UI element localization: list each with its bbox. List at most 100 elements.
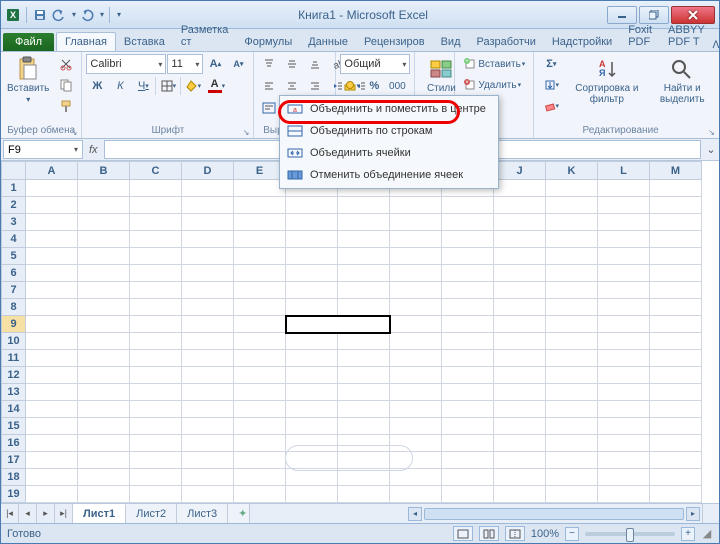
increase-font-icon[interactable]: A▴: [204, 54, 226, 74]
tab-view[interactable]: Вид: [433, 33, 469, 51]
cell[interactable]: [234, 299, 286, 316]
row-header[interactable]: 6: [2, 265, 26, 282]
cell[interactable]: [130, 333, 182, 350]
cell[interactable]: [182, 180, 234, 197]
cell[interactable]: [650, 265, 702, 282]
fill-color-icon[interactable]: ▾: [182, 76, 204, 96]
cell[interactable]: [234, 452, 286, 469]
cell[interactable]: [494, 401, 546, 418]
cell[interactable]: [598, 503, 650, 504]
cell[interactable]: [494, 452, 546, 469]
cell[interactable]: [442, 282, 494, 299]
cell[interactable]: [26, 503, 78, 504]
cell[interactable]: [78, 452, 130, 469]
file-tab[interactable]: Файл: [3, 33, 54, 51]
cell[interactable]: [390, 486, 442, 503]
cell[interactable]: [442, 401, 494, 418]
cell[interactable]: [494, 282, 546, 299]
tab-developer[interactable]: Разработчи: [469, 33, 544, 51]
column-header[interactable]: D: [182, 162, 234, 180]
decrease-font-icon[interactable]: A▾: [227, 54, 249, 74]
cell[interactable]: [130, 367, 182, 384]
row-header[interactable]: 5: [2, 248, 26, 265]
cell[interactable]: [598, 282, 650, 299]
cell[interactable]: [182, 384, 234, 401]
cell[interactable]: [650, 282, 702, 299]
cell[interactable]: [286, 469, 338, 486]
cell[interactable]: [78, 469, 130, 486]
new-sheet-button[interactable]: ✦: [228, 504, 250, 523]
cell[interactable]: [182, 469, 234, 486]
cell[interactable]: [130, 214, 182, 231]
align-bottom-icon[interactable]: [304, 54, 326, 74]
cell[interactable]: [286, 299, 338, 316]
cell[interactable]: [234, 248, 286, 265]
resize-grip-icon[interactable]: ◢: [701, 527, 713, 540]
currency-icon[interactable]: ▾: [340, 76, 362, 96]
cell[interactable]: [598, 265, 650, 282]
hscroll-thumb[interactable]: [424, 508, 684, 520]
cell[interactable]: [598, 401, 650, 418]
cell[interactable]: [598, 333, 650, 350]
cell[interactable]: [338, 469, 390, 486]
zoom-out-button[interactable]: −: [565, 527, 579, 541]
column-header[interactable]: B: [78, 162, 130, 180]
zoom-level[interactable]: 100%: [531, 528, 559, 540]
cell[interactable]: [26, 248, 78, 265]
cell[interactable]: [286, 367, 338, 384]
cell[interactable]: [494, 180, 546, 197]
unmerge-cells-item[interactable]: Отменить объединение ячеек: [282, 164, 496, 186]
column-header[interactable]: M: [650, 162, 702, 180]
cell[interactable]: [338, 350, 390, 367]
cell[interactable]: [26, 231, 78, 248]
sheet-tab-2[interactable]: Лист2: [126, 504, 177, 523]
sort-filter-button[interactable]: АЯ Сортировка и фильтр: [568, 54, 645, 107]
cell[interactable]: [234, 503, 286, 504]
tab-layout[interactable]: Разметка ст: [173, 21, 237, 51]
cell[interactable]: [494, 435, 546, 452]
cell[interactable]: [234, 401, 286, 418]
merge-across-item[interactable]: Объединить по строкам: [282, 120, 496, 142]
cell[interactable]: [442, 231, 494, 248]
cell[interactable]: [546, 316, 598, 333]
cell[interactable]: [26, 214, 78, 231]
row-header[interactable]: 2: [2, 197, 26, 214]
sheet-tab-3[interactable]: Лист3: [177, 504, 228, 523]
cell[interactable]: [390, 316, 442, 333]
cell[interactable]: [650, 435, 702, 452]
column-header[interactable]: E: [234, 162, 286, 180]
row-header[interactable]: 18: [2, 469, 26, 486]
cell[interactable]: [78, 231, 130, 248]
cell[interactable]: [182, 486, 234, 503]
cell[interactable]: [338, 486, 390, 503]
cell[interactable]: [286, 231, 338, 248]
cell[interactable]: [546, 299, 598, 316]
cell[interactable]: [338, 248, 390, 265]
row-header[interactable]: 17: [2, 452, 26, 469]
cell[interactable]: [130, 401, 182, 418]
cell[interactable]: [650, 231, 702, 248]
cell[interactable]: [286, 282, 338, 299]
cell[interactable]: [182, 299, 234, 316]
row-header[interactable]: 10: [2, 333, 26, 350]
view-layout-icon[interactable]: [479, 526, 499, 541]
cell[interactable]: [26, 452, 78, 469]
cell[interactable]: [78, 197, 130, 214]
cell[interactable]: [442, 384, 494, 401]
cell[interactable]: [390, 265, 442, 282]
cell[interactable]: [494, 486, 546, 503]
cell[interactable]: [598, 231, 650, 248]
fx-icon[interactable]: fx: [89, 144, 98, 156]
column-header[interactable]: J: [494, 162, 546, 180]
cell[interactable]: [130, 299, 182, 316]
cell[interactable]: [182, 452, 234, 469]
cell[interactable]: [130, 469, 182, 486]
cell[interactable]: [442, 350, 494, 367]
cell[interactable]: [234, 435, 286, 452]
cell[interactable]: [442, 265, 494, 282]
cell[interactable]: [182, 214, 234, 231]
paste-button[interactable]: Вставить ▾: [5, 54, 51, 106]
cell[interactable]: [390, 282, 442, 299]
tab-formulas[interactable]: Формулы: [236, 33, 300, 51]
cell[interactable]: [26, 486, 78, 503]
